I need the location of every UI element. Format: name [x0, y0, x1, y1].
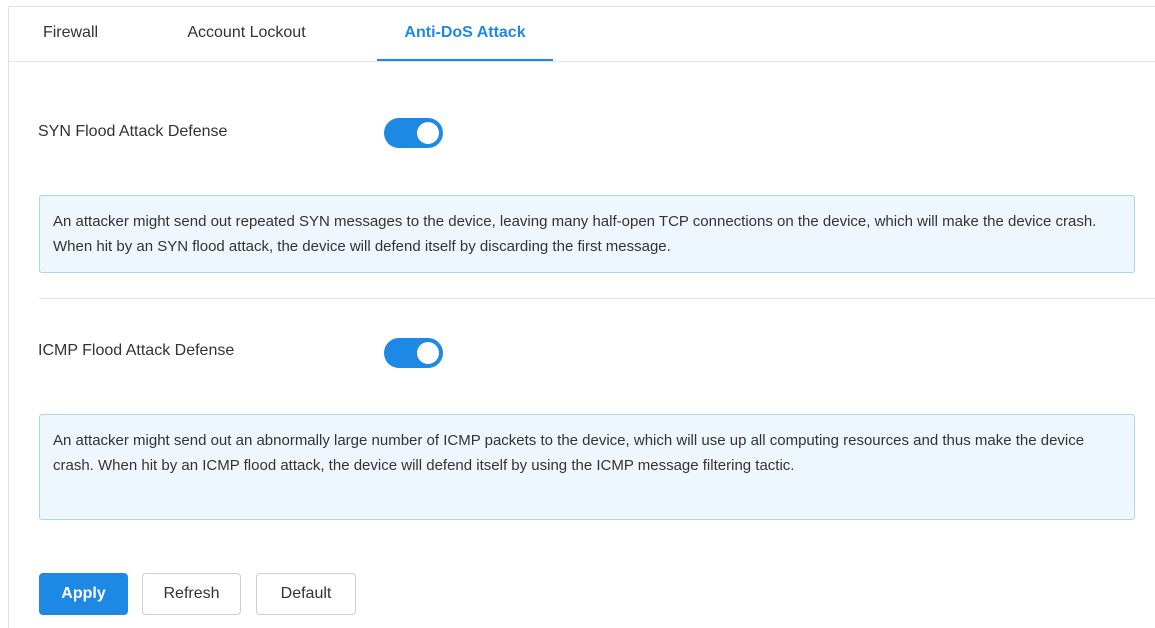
- tab-account-lockout[interactable]: Account Lockout: [159, 7, 334, 60]
- refresh-button[interactable]: Refresh: [142, 573, 241, 615]
- icmp-flood-label: ICMP Flood Attack Defense: [38, 342, 235, 359]
- tab-bar: Firewall Account Lockout Anti-DoS Attack: [9, 7, 1155, 62]
- section-divider: [39, 298, 1155, 299]
- syn-flood-label: SYN Flood Attack Defense: [38, 123, 228, 140]
- tab-firewall[interactable]: Firewall: [9, 7, 132, 60]
- default-button[interactable]: Default: [256, 573, 356, 615]
- toggle-knob: [417, 342, 439, 364]
- toggle-knob: [417, 122, 439, 144]
- icmp-flood-toggle[interactable]: [384, 338, 443, 368]
- icmp-flood-info-box: An attacker might send out an abnormally…: [39, 414, 1135, 520]
- apply-button[interactable]: Apply: [39, 573, 128, 615]
- anti-dos-settings-panel: Firewall Account Lockout Anti-DoS Attack…: [8, 6, 1155, 628]
- syn-flood-toggle[interactable]: [384, 118, 443, 148]
- syn-flood-info-box: An attacker might send out repeated SYN …: [39, 195, 1135, 273]
- tab-anti-dos-attack[interactable]: Anti-DoS Attack: [377, 7, 553, 61]
